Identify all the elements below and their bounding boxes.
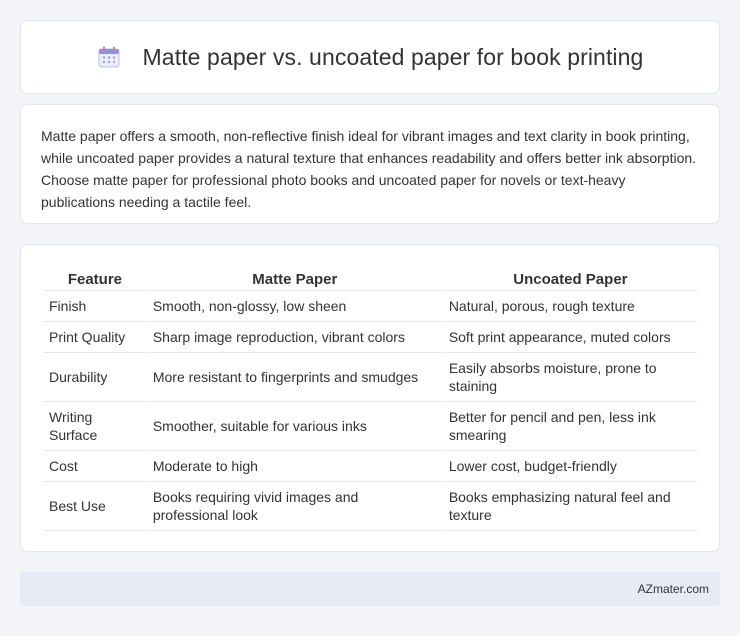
feature-cell: Finish [44, 291, 146, 322]
header-matte-paper: Matte Paper [147, 265, 442, 291]
matte-cell: Books requiring vivid images and profess… [147, 482, 442, 531]
title-card: Matte paper vs. uncoated paper for book … [20, 20, 720, 94]
table-row: Durability More resistant to fingerprint… [44, 353, 697, 402]
uncoated-cell: Easily absorbs moisture, prone to staini… [443, 353, 697, 402]
feature-cell: Print Quality [44, 322, 146, 353]
summary-card: Matte paper offers a smooth, non-reflect… [20, 104, 720, 224]
table-row: Print Quality Sharp image reproduction, … [44, 322, 697, 353]
table-row: Best Use Books requiring vivid images an… [44, 482, 697, 531]
header-feature: Feature [44, 265, 146, 291]
calendar-icon [97, 45, 121, 69]
matte-cell: Smooth, non-glossy, low sheen [147, 291, 442, 322]
uncoated-cell: Books emphasizing natural feel and textu… [443, 482, 697, 531]
feature-cell: Best Use [44, 482, 146, 531]
matte-cell: Sharp image reproduction, vibrant colors [147, 322, 442, 353]
header-uncoated-paper: Uncoated Paper [443, 265, 697, 291]
footer-bar: AZmater.com [20, 572, 720, 606]
table-row: Finish Smooth, non-glossy, low sheen Nat… [44, 291, 697, 322]
comparison-table: Feature Matte Paper Uncoated Paper Finis… [42, 265, 699, 531]
feature-cell: Writing Surface [44, 402, 146, 451]
table-row: Cost Moderate to high Lower cost, budget… [44, 451, 697, 482]
uncoated-cell: Lower cost, budget-friendly [443, 451, 697, 482]
comparison-table-card: Feature Matte Paper Uncoated Paper Finis… [20, 244, 720, 552]
footer-site-link[interactable]: AZmater.com [638, 582, 709, 596]
page-title: Matte paper vs. uncoated paper for book … [142, 43, 644, 70]
table-header-row: Feature Matte Paper Uncoated Paper [44, 265, 697, 291]
uncoated-cell: Better for pencil and pen, less ink smea… [443, 402, 697, 451]
summary-text: Matte paper offers a smooth, non-reflect… [41, 128, 697, 210]
matte-cell: Smoother, suitable for various inks [147, 402, 442, 451]
feature-cell: Cost [44, 451, 146, 482]
uncoated-cell: Natural, porous, rough texture [443, 291, 697, 322]
uncoated-cell: Soft print appearance, muted colors [443, 322, 697, 353]
feature-cell: Durability [44, 353, 146, 402]
matte-cell: More resistant to fingerprints and smudg… [147, 353, 442, 402]
table-row: Writing Surface Smoother, suitable for v… [44, 402, 697, 451]
matte-cell: Moderate to high [147, 451, 442, 482]
